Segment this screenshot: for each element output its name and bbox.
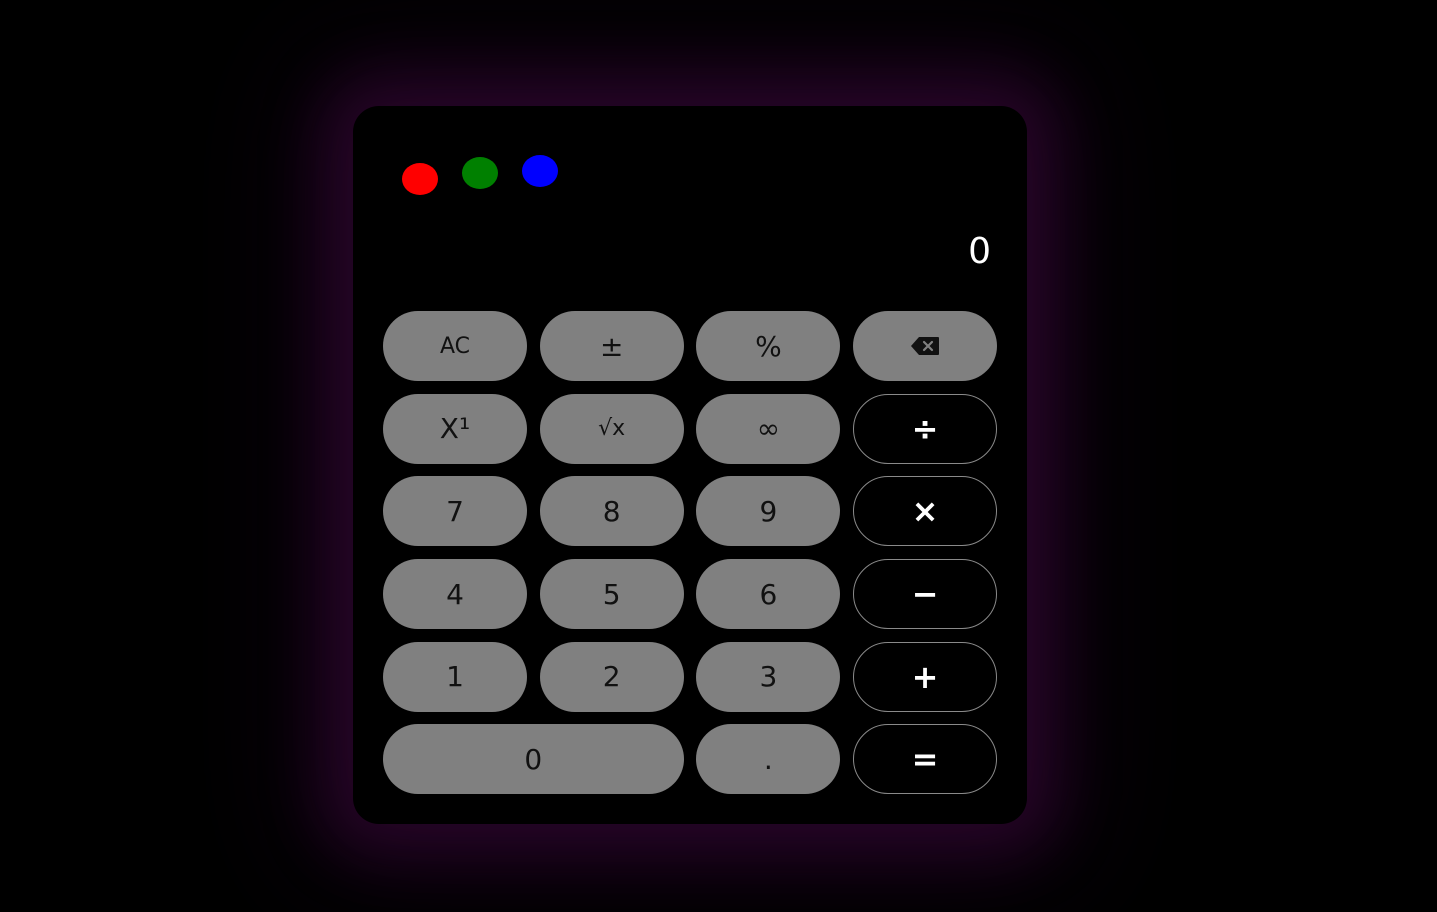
divide-button[interactable]: ÷ [853,393,998,464]
digit-5-button[interactable]: 5 [539,559,684,630]
calculator: 0 AC ± % X¹ √x ∞ ÷ 7 8 9 × 4 5 6 − 1 2 3… [353,106,1027,824]
digit-3-button[interactable]: 3 [696,641,841,712]
decimal-button[interactable]: . [696,724,841,795]
maximize-dot[interactable] [522,155,558,187]
equals-button[interactable]: = [853,724,998,795]
clear-button[interactable]: AC [383,311,527,381]
digit-2-button[interactable]: 2 [539,641,684,712]
keypad: AC ± % X¹ √x ∞ ÷ 7 8 9 × 4 5 6 − 1 2 3 +… [383,311,998,795]
display-value: 0 [968,231,991,272]
backspace-button[interactable] [853,311,998,381]
digit-8-button[interactable]: 8 [539,476,684,547]
plus-minus-button[interactable]: ± [539,311,684,381]
percent-button[interactable]: % [696,311,841,381]
close-dot[interactable] [402,163,438,195]
minimize-dot[interactable] [462,157,498,189]
digit-6-button[interactable]: 6 [696,559,841,630]
multiply-button[interactable]: × [853,476,998,547]
digit-1-button[interactable]: 1 [383,641,527,712]
backspace-icon [910,336,940,356]
digit-7-button[interactable]: 7 [383,476,527,547]
digit-0-button[interactable]: 0 [383,724,684,795]
add-button[interactable]: + [853,641,998,712]
sqrt-button[interactable]: √x [539,393,684,464]
reciprocal-button[interactable]: X¹ [383,393,527,464]
digit-9-button[interactable]: 9 [696,476,841,547]
digit-4-button[interactable]: 4 [383,559,527,630]
infinity-button[interactable]: ∞ [696,393,841,464]
subtract-button[interactable]: − [853,559,998,630]
